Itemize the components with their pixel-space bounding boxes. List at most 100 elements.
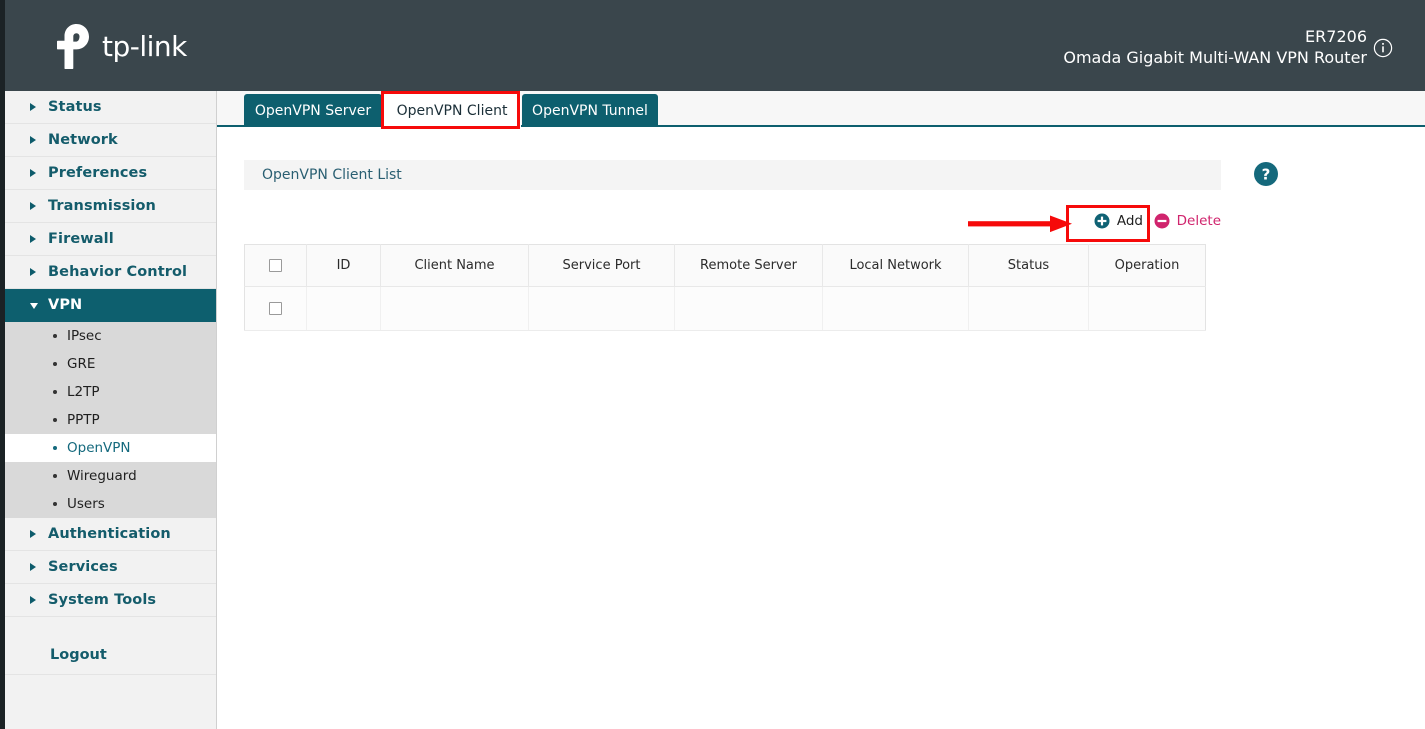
sidebar-spacer xyxy=(5,617,216,635)
sidebar-item-label: Status xyxy=(48,99,102,115)
delete-label: Delete xyxy=(1176,213,1221,229)
chevron-right-icon xyxy=(30,596,36,604)
sidebar-item-logout[interactable]: Logout xyxy=(5,635,216,675)
chevron-right-icon xyxy=(30,563,36,571)
chevron-right-icon xyxy=(30,530,36,538)
sidebar-item-label: VPN xyxy=(48,297,83,313)
chevron-right-icon xyxy=(30,169,36,177)
tp-link-logo-mark xyxy=(57,24,89,69)
openvpn-client-table: ID Client Name Service Port Remote Serve… xyxy=(244,244,1206,331)
select-all-checkbox[interactable] xyxy=(269,259,282,272)
bullet-icon xyxy=(53,362,57,366)
logout-label: Logout xyxy=(50,646,107,663)
sidebar-item-gre[interactable]: GRE xyxy=(5,350,216,378)
tab-openvpn-server[interactable]: OpenVPN Server xyxy=(244,94,382,127)
column-header-remote-server: Remote Server xyxy=(674,244,823,287)
tab-label: OpenVPN Server xyxy=(254,102,372,119)
app-window: tp-link ER7206 Omada Gigabit Multi-WAN V… xyxy=(0,0,1425,729)
minus-circle-icon xyxy=(1154,213,1170,229)
sidebar-item-network[interactable]: Network xyxy=(5,124,216,157)
panel-title: OpenVPN Client List xyxy=(244,160,1221,190)
sidebar-item-ipsec[interactable]: IPsec xyxy=(5,322,216,350)
sidebar-item-label: Transmission xyxy=(48,198,156,214)
sidebar-subitem-label: GRE xyxy=(67,356,96,372)
bullet-icon xyxy=(53,390,57,394)
sidebar-item-authentication[interactable]: Authentication xyxy=(5,518,216,551)
main-content: OpenVPN Client List ? Add Delete ID Clie… xyxy=(217,129,1425,729)
column-header-client-name: Client Name xyxy=(380,244,529,287)
sidebar-item-firewall[interactable]: Firewall xyxy=(5,223,216,256)
bullet-icon xyxy=(53,334,57,338)
sidebar-item-preferences[interactable]: Preferences xyxy=(5,157,216,190)
row-checkbox[interactable] xyxy=(269,302,282,315)
cell-service-port xyxy=(528,286,675,331)
info-icon[interactable] xyxy=(1373,38,1393,58)
sidebar-subitem-label: IPsec xyxy=(67,328,102,344)
cell-local-network xyxy=(822,286,969,331)
sidebar-item-l2tp[interactable]: L2TP xyxy=(5,378,216,406)
sidebar-subitem-label: Wireguard xyxy=(67,468,137,484)
sidebar-item-label: System Tools xyxy=(48,592,157,608)
row-select-cell xyxy=(244,286,307,331)
cell-remote-server xyxy=(674,286,823,331)
sidebar-item-behavior-control[interactable]: Behavior Control xyxy=(5,256,216,289)
column-header-local-network: Local Network xyxy=(822,244,969,287)
sidebar-subitem-label: Users xyxy=(67,496,105,512)
column-header-id: ID xyxy=(306,244,381,287)
sidebar-item-label: Preferences xyxy=(48,165,148,181)
select-all-header xyxy=(244,244,307,287)
cell-operation xyxy=(1088,286,1206,331)
table-actions: Add Delete xyxy=(244,205,1221,239)
cell-client-name xyxy=(380,286,529,331)
tab-bar: OpenVPN Server OpenVPN Client OpenVPN Tu… xyxy=(217,91,1425,127)
sidebar-item-label: Network xyxy=(48,132,118,148)
sidebar-item-label: Behavior Control xyxy=(48,264,188,280)
sidebar-subitem-label: OpenVPN xyxy=(67,440,131,456)
sidebar-item-openvpn[interactable]: OpenVPN xyxy=(5,434,216,462)
sidebar-item-pptp[interactable]: PPTP xyxy=(5,406,216,434)
help-question-icon[interactable]: ? xyxy=(1253,161,1279,187)
tab-openvpn-client[interactable]: OpenVPN Client xyxy=(383,94,521,127)
sidebar-filler xyxy=(5,675,216,729)
device-identity: ER7206 Omada Gigabit Multi-WAN VPN Route… xyxy=(1063,26,1393,69)
tab-openvpn-tunnel[interactable]: OpenVPN Tunnel xyxy=(522,94,658,127)
chevron-right-icon xyxy=(30,268,36,276)
sidebar-item-system-tools[interactable]: System Tools xyxy=(5,584,216,617)
sidebar-navigation: Status Network Preferences Transmission … xyxy=(5,91,217,729)
column-header-service-port: Service Port xyxy=(528,244,675,287)
sidebar-subitem-label: PPTP xyxy=(67,412,100,428)
column-header-operation: Operation xyxy=(1088,244,1206,287)
cell-status xyxy=(968,286,1089,331)
table-header-row: ID Client Name Service Port Remote Serve… xyxy=(244,244,1206,287)
chevron-right-icon xyxy=(30,202,36,210)
chevron-right-icon xyxy=(30,136,36,144)
device-model: ER7206 xyxy=(1305,27,1367,46)
sidebar-submenu-vpn: IPsec GRE L2TP PPTP OpenVPN Wireguard Us… xyxy=(5,322,216,518)
plus-circle-icon xyxy=(1094,213,1110,229)
sidebar-item-wireguard[interactable]: Wireguard xyxy=(5,462,216,490)
column-header-status: Status xyxy=(968,244,1089,287)
table-row[interactable] xyxy=(244,286,1206,331)
sidebar-item-status[interactable]: Status xyxy=(5,91,216,124)
device-name: Omada Gigabit Multi-WAN VPN Router xyxy=(1063,48,1367,67)
tab-label: OpenVPN Tunnel xyxy=(532,102,648,119)
bullet-icon xyxy=(53,446,57,450)
tp-link-logo[interactable]: tp-link xyxy=(50,22,187,70)
sidebar-item-label: Firewall xyxy=(48,231,114,247)
cell-id xyxy=(306,286,381,331)
tp-link-wordmark: tp-link xyxy=(102,29,187,63)
sidebar-item-vpn[interactable]: VPN xyxy=(5,289,216,322)
sidebar-item-users[interactable]: Users xyxy=(5,490,216,518)
add-label: Add xyxy=(1116,213,1143,229)
chevron-down-icon xyxy=(30,303,38,309)
app-header: tp-link ER7206 Omada Gigabit Multi-WAN V… xyxy=(5,0,1425,91)
delete-button[interactable]: Delete xyxy=(1154,209,1221,233)
add-button[interactable]: Add xyxy=(1094,209,1143,233)
bullet-icon xyxy=(53,418,57,422)
sidebar-item-transmission[interactable]: Transmission xyxy=(5,190,216,223)
chevron-right-icon xyxy=(30,235,36,243)
bullet-icon xyxy=(53,502,57,506)
sidebar-item-services[interactable]: Services xyxy=(5,551,216,584)
sidebar-item-label: Authentication xyxy=(48,526,171,542)
sidebar-item-label: Services xyxy=(48,559,118,575)
